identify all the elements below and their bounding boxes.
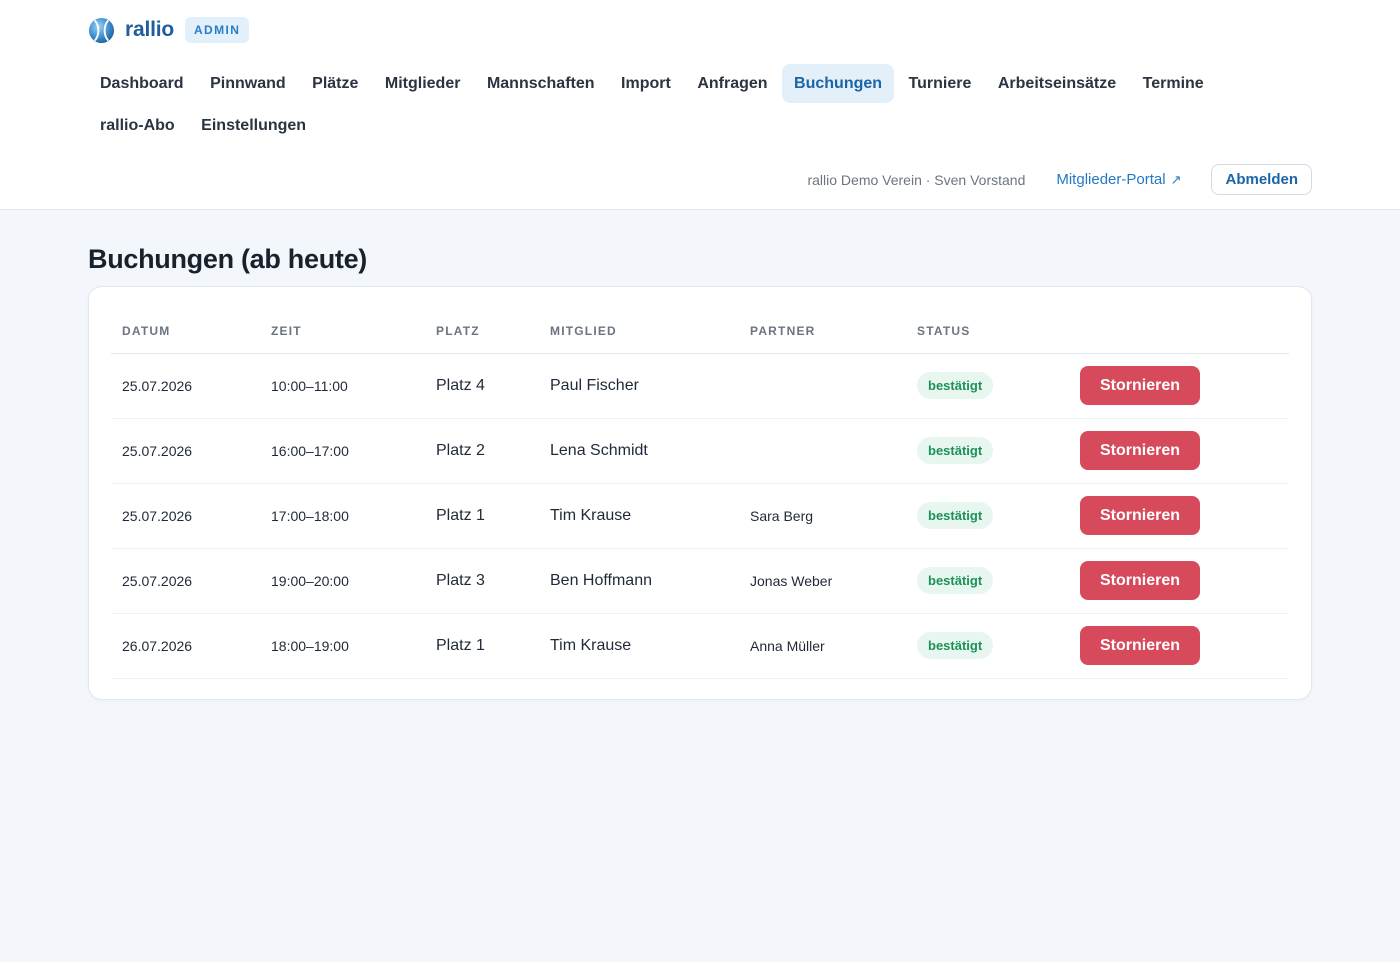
status-badge: bestätigt: [917, 372, 994, 399]
cell-platz: Platz 2: [425, 418, 539, 484]
cell-status: bestätigt: [906, 613, 1069, 679]
column-header-actions: [1069, 309, 1289, 354]
cell-mitglied: Lena Schmidt: [539, 418, 739, 484]
nav-item-plaetze[interactable]: Plätze: [300, 64, 370, 103]
cell-zeit: 16:00–17:00: [260, 418, 425, 484]
tennis-ball-icon: [88, 17, 115, 43]
cell-status: bestätigt: [906, 418, 1069, 484]
logout-button[interactable]: Abmelden: [1211, 164, 1312, 195]
cell-zeit: 17:00–18:00: [260, 483, 425, 549]
cell-action: Stornieren: [1069, 613, 1289, 679]
column-header-status: STATUS: [906, 309, 1069, 354]
cell-action: Stornieren: [1069, 483, 1289, 549]
cell-datum: 25.07.2026: [111, 353, 260, 419]
nav-item-pinnwand[interactable]: Pinnwand: [198, 64, 298, 103]
brand-name: rallio: [125, 18, 174, 41]
bookings-card: DATUM ZEIT PLATZ MITGLIED PARTNER STATUS…: [88, 286, 1312, 700]
cell-zeit: 10:00–11:00: [260, 353, 425, 419]
cell-partner: [739, 418, 906, 484]
cell-action: Stornieren: [1069, 418, 1289, 484]
user-info: rallio Demo Verein · Sven Vorstand: [807, 171, 1026, 188]
table-row: 25.07.2026 17:00–18:00 Platz 1 Tim Kraus…: [111, 483, 1289, 549]
column-header-datum: DATUM: [111, 309, 260, 354]
member-portal-link[interactable]: Mitglieder-Portal ↗: [1056, 171, 1181, 188]
nav-item-anfragen[interactable]: Anfragen: [685, 64, 779, 103]
nav-item-arbeitseinsaetze[interactable]: Arbeitseinsätze: [986, 64, 1128, 103]
column-header-mitglied: MITGLIED: [539, 309, 739, 354]
cell-mitglied: Ben Hoffmann: [539, 548, 739, 614]
cell-partner: [739, 353, 906, 419]
app-header: rallio ADMIN Dashboard Pinnwand Plätze M…: [0, 0, 1400, 210]
table-row: 25.07.2026 10:00–11:00 Platz 4 Paul Fisc…: [111, 353, 1289, 419]
bookings-table: DATUM ZEIT PLATZ MITGLIED PARTNER STATUS…: [111, 309, 1289, 679]
admin-badge: ADMIN: [184, 17, 250, 43]
nav-item-dashboard[interactable]: Dashboard: [88, 64, 196, 103]
nav-item-mitglieder[interactable]: Mitglieder: [373, 64, 473, 103]
status-badge: bestätigt: [917, 632, 994, 659]
column-header-zeit: ZEIT: [260, 309, 425, 354]
cell-platz: Platz 4: [425, 353, 539, 419]
cell-zeit: 19:00–20:00: [260, 548, 425, 614]
cell-mitglied: Tim Krause: [539, 613, 739, 679]
cell-status: bestätigt: [906, 353, 1069, 419]
nav-item-buchungen[interactable]: Buchungen: [782, 64, 895, 103]
cell-datum: 25.07.2026: [111, 418, 260, 484]
cell-platz: Platz 3: [425, 548, 539, 614]
cancel-booking-button[interactable]: Stornieren: [1080, 366, 1200, 405]
cancel-booking-button[interactable]: Stornieren: [1080, 626, 1200, 665]
cell-datum: 25.07.2026: [111, 483, 260, 549]
status-badge: bestätigt: [917, 502, 994, 529]
cell-datum: 25.07.2026: [111, 548, 260, 614]
cancel-booking-button[interactable]: Stornieren: [1080, 431, 1200, 470]
nav-item-termine[interactable]: Termine: [1131, 64, 1216, 103]
nav-item-mannschaften[interactable]: Mannschaften: [475, 64, 607, 103]
table-header-row: DATUM ZEIT PLATZ MITGLIED PARTNER STATUS: [111, 309, 1289, 354]
cell-platz: Platz 1: [425, 613, 539, 679]
cell-partner: Jonas Weber: [739, 548, 906, 614]
brand[interactable]: rallio ADMIN: [88, 16, 250, 44]
user-bar: rallio Demo Verein · Sven Vorstand Mitgl…: [807, 164, 1312, 195]
cell-mitglied: Paul Fischer: [539, 353, 739, 419]
status-badge: bestätigt: [917, 567, 994, 594]
cell-zeit: 18:00–19:00: [260, 613, 425, 679]
arrow-up-right-icon: ↗: [1170, 171, 1182, 187]
cell-status: bestätigt: [906, 483, 1069, 549]
column-header-partner: PARTNER: [739, 309, 906, 354]
cell-partner: Sara Berg: [739, 483, 906, 549]
table-row: 26.07.2026 18:00–19:00 Platz 1 Tim Kraus…: [111, 613, 1289, 679]
table-row: 25.07.2026 19:00–20:00 Platz 3 Ben Hoffm…: [111, 548, 1289, 614]
nav-item-import[interactable]: Import: [609, 64, 683, 103]
table-row: 25.07.2026 16:00–17:00 Platz 2 Lena Schm…: [111, 418, 1289, 484]
column-header-platz: PLATZ: [425, 309, 539, 354]
cell-datum: 26.07.2026: [111, 613, 260, 679]
cell-action: Stornieren: [1069, 548, 1289, 614]
cell-action: Stornieren: [1069, 353, 1289, 419]
status-badge: bestätigt: [917, 437, 994, 464]
nav-item-turniere[interactable]: Turniere: [897, 64, 984, 103]
cancel-booking-button[interactable]: Stornieren: [1080, 496, 1200, 535]
cell-mitglied: Tim Krause: [539, 483, 739, 549]
member-portal-label: Mitglieder-Portal: [1056, 171, 1166, 188]
main-nav: Dashboard Pinnwand Plätze Mitglieder Man…: [88, 64, 1318, 145]
page-title: Buchungen (ab heute): [88, 244, 367, 274]
nav-item-rallio-abo[interactable]: rallio-Abo: [88, 106, 187, 145]
cell-partner: Anna Müller: [739, 613, 906, 679]
cancel-booking-button[interactable]: Stornieren: [1080, 561, 1200, 600]
cell-platz: Platz 1: [425, 483, 539, 549]
nav-item-einstellungen[interactable]: Einstellungen: [189, 106, 318, 145]
cell-status: bestätigt: [906, 548, 1069, 614]
